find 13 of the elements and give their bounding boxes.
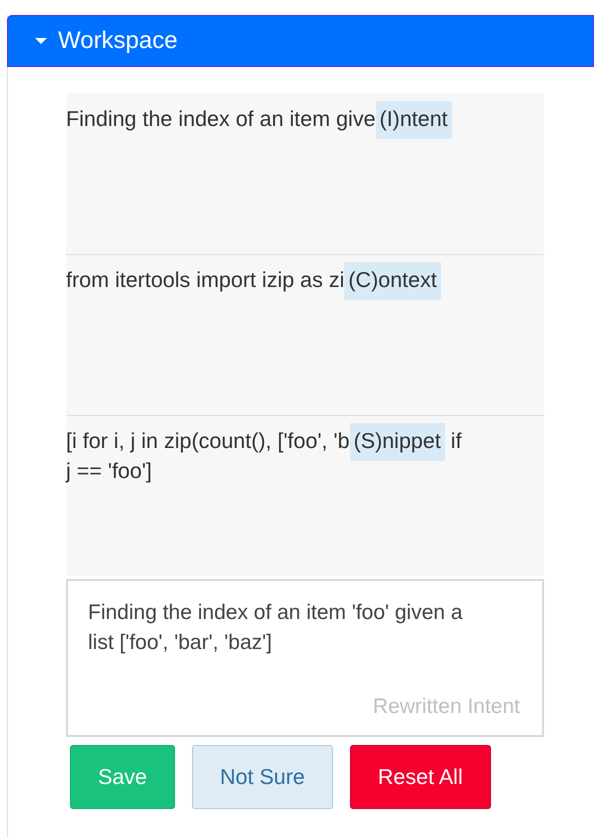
field-label: Rewritten Intent: [372, 695, 520, 719]
section-tag: (S)nippet: [350, 423, 445, 461]
reset-button[interactable]: Reset All: [350, 745, 491, 809]
workspace-header[interactable]: Workspace: [7, 15, 594, 67]
section-text: Finding the index of an item give: [66, 107, 376, 131]
not-sure-button[interactable]: Not Sure: [192, 745, 333, 809]
section-text: j == 'foo']: [66, 459, 152, 483]
section-text: from itertools import izip as zi: [66, 268, 344, 292]
section-text: if: [450, 429, 462, 453]
save-button[interactable]: Save: [70, 745, 176, 809]
section-tag: (I)ntent: [376, 101, 452, 139]
section-text: [i for i, j in zip(count(), ['foo', 'b: [66, 429, 350, 453]
section-tag: (C)ontext: [344, 262, 441, 300]
